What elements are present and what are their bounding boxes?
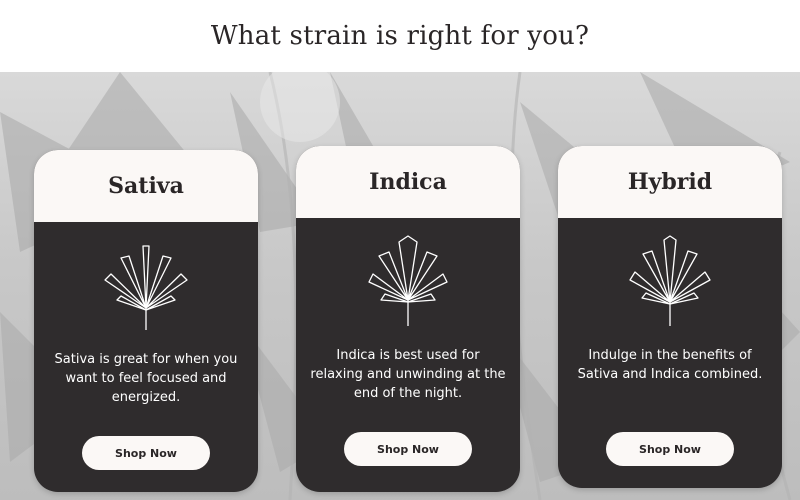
card-title: Indica: [296, 146, 520, 218]
shop-now-button[interactable]: Shop Now: [606, 432, 734, 466]
strain-card-indica: Indica Indica is best used for relaxing …: [296, 146, 520, 492]
page-title: What strain is right for you?: [210, 21, 590, 51]
card-title: Sativa: [34, 150, 258, 222]
card-description: Indulge in the benefits of Sativa and In…: [577, 348, 763, 382]
card-description: Sativa is great for when you want to fee…: [54, 352, 238, 405]
cannabis-leaf-icon: [629, 235, 711, 326]
card-title: Hybrid: [558, 146, 782, 218]
cannabis-leaf-icon: [104, 245, 188, 330]
strain-card-hybrid: Hybrid Indulge in the benefits of Sativa…: [558, 146, 782, 488]
shop-now-button[interactable]: Shop Now: [82, 436, 210, 470]
cannabis-leaf-icon: [368, 235, 448, 326]
strain-card-sativa: Sativa Sativa is great for when you want…: [34, 150, 258, 492]
shop-now-button[interactable]: Shop Now: [344, 432, 472, 466]
card-description: Indica is best used for relaxing and unw…: [310, 348, 506, 401]
